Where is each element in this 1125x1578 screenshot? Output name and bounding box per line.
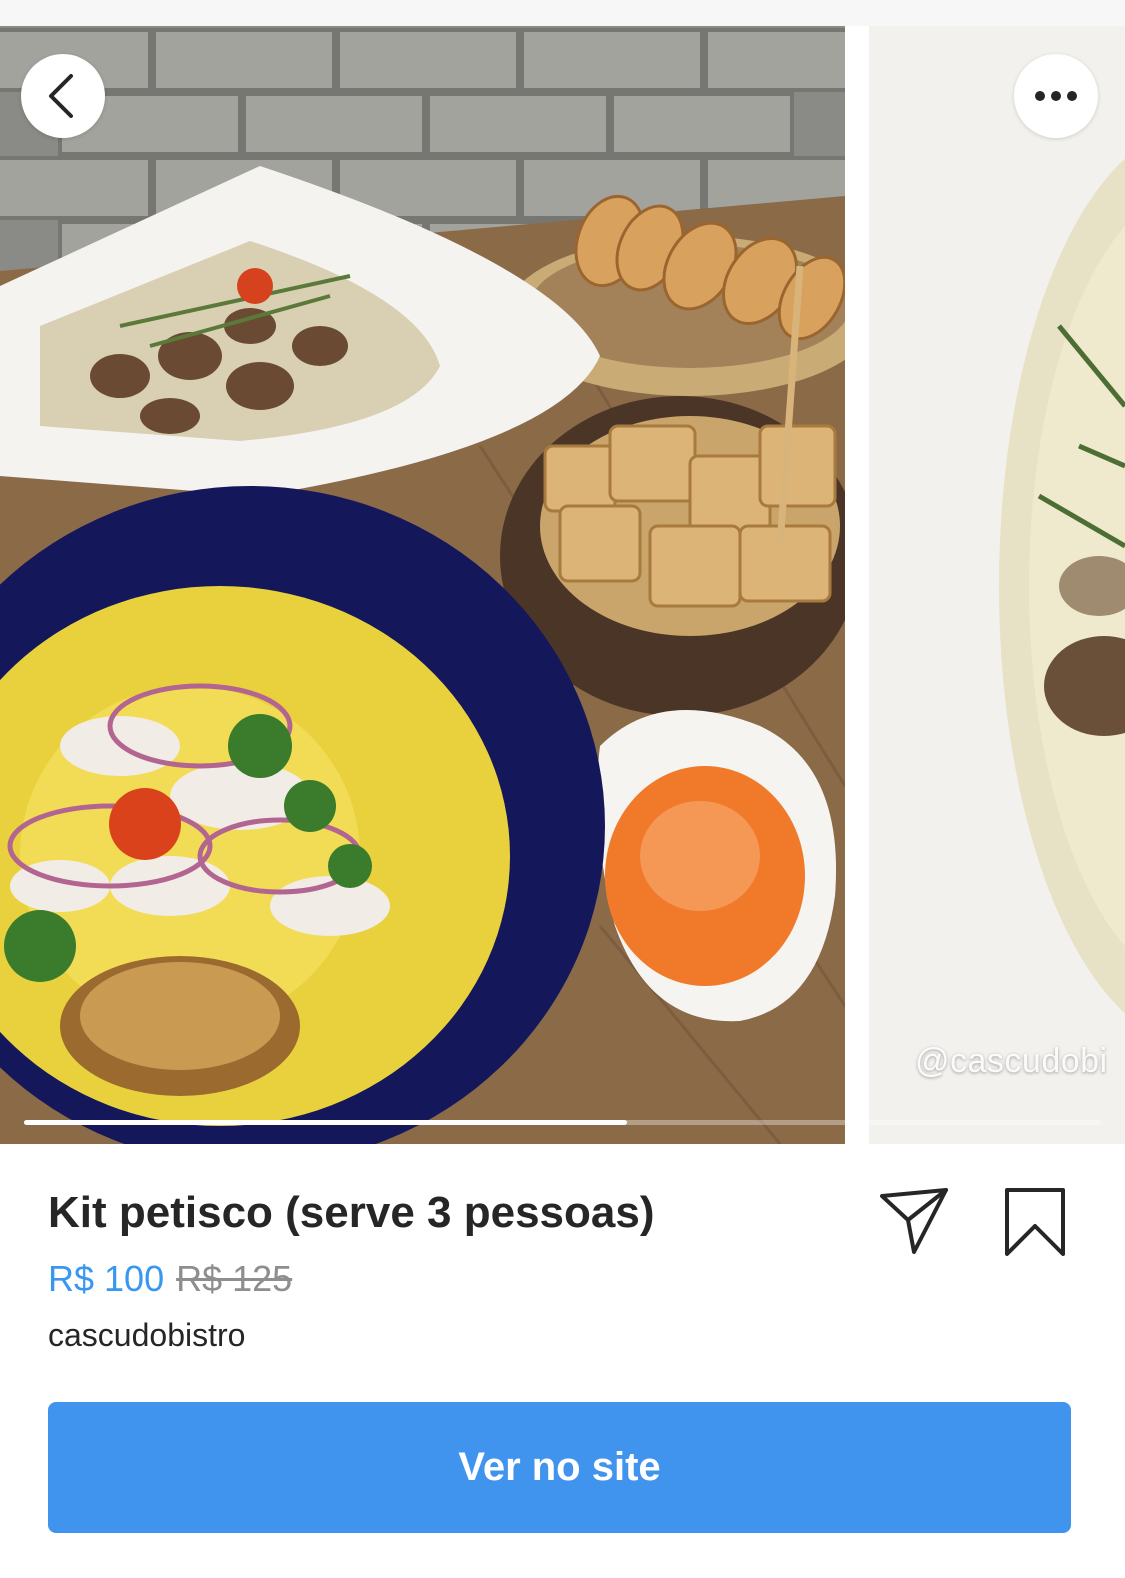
bookmark-icon: [1005, 1188, 1065, 1256]
status-bar-strip: [0, 0, 1125, 26]
share-button[interactable]: [880, 1186, 950, 1256]
seller-name[interactable]: cascudobistro: [48, 1317, 245, 1354]
price-current: R$ 100: [48, 1258, 165, 1299]
food-photo-illustration: [0, 26, 845, 1144]
carousel-progress-fill: [24, 1120, 628, 1125]
chevron-left-icon: [49, 74, 73, 118]
product-info-panel: Kit petisco (serve 3 pessoas) R$ 100 R$ 1…: [0, 1144, 1125, 1578]
product-image-carousel[interactable]: @cascudobi: [0, 26, 1125, 1144]
price-row: R$ 100 R$ 125: [48, 1258, 292, 1300]
save-button[interactable]: [1003, 1186, 1067, 1258]
photo-watermark: @cascudobi: [915, 1042, 1108, 1080]
food-photo-closeup-illustration: [869, 26, 1125, 1144]
product-photo-next[interactable]: [869, 26, 1125, 1144]
back-button[interactable]: [21, 54, 105, 138]
more-horizontal-icon: [1035, 91, 1077, 101]
carousel-progress-track: [24, 1120, 1101, 1125]
product-photo-main[interactable]: [0, 26, 845, 1144]
more-options-button[interactable]: [1014, 54, 1098, 138]
view-on-site-label: Ver no site: [458, 1445, 661, 1489]
price-original: R$ 125: [176, 1258, 293, 1299]
paper-plane-icon: [880, 1188, 948, 1254]
product-title: Kit petisco (serve 3 pessoas): [48, 1188, 655, 1237]
view-on-site-button[interactable]: Ver no site: [48, 1402, 1071, 1533]
